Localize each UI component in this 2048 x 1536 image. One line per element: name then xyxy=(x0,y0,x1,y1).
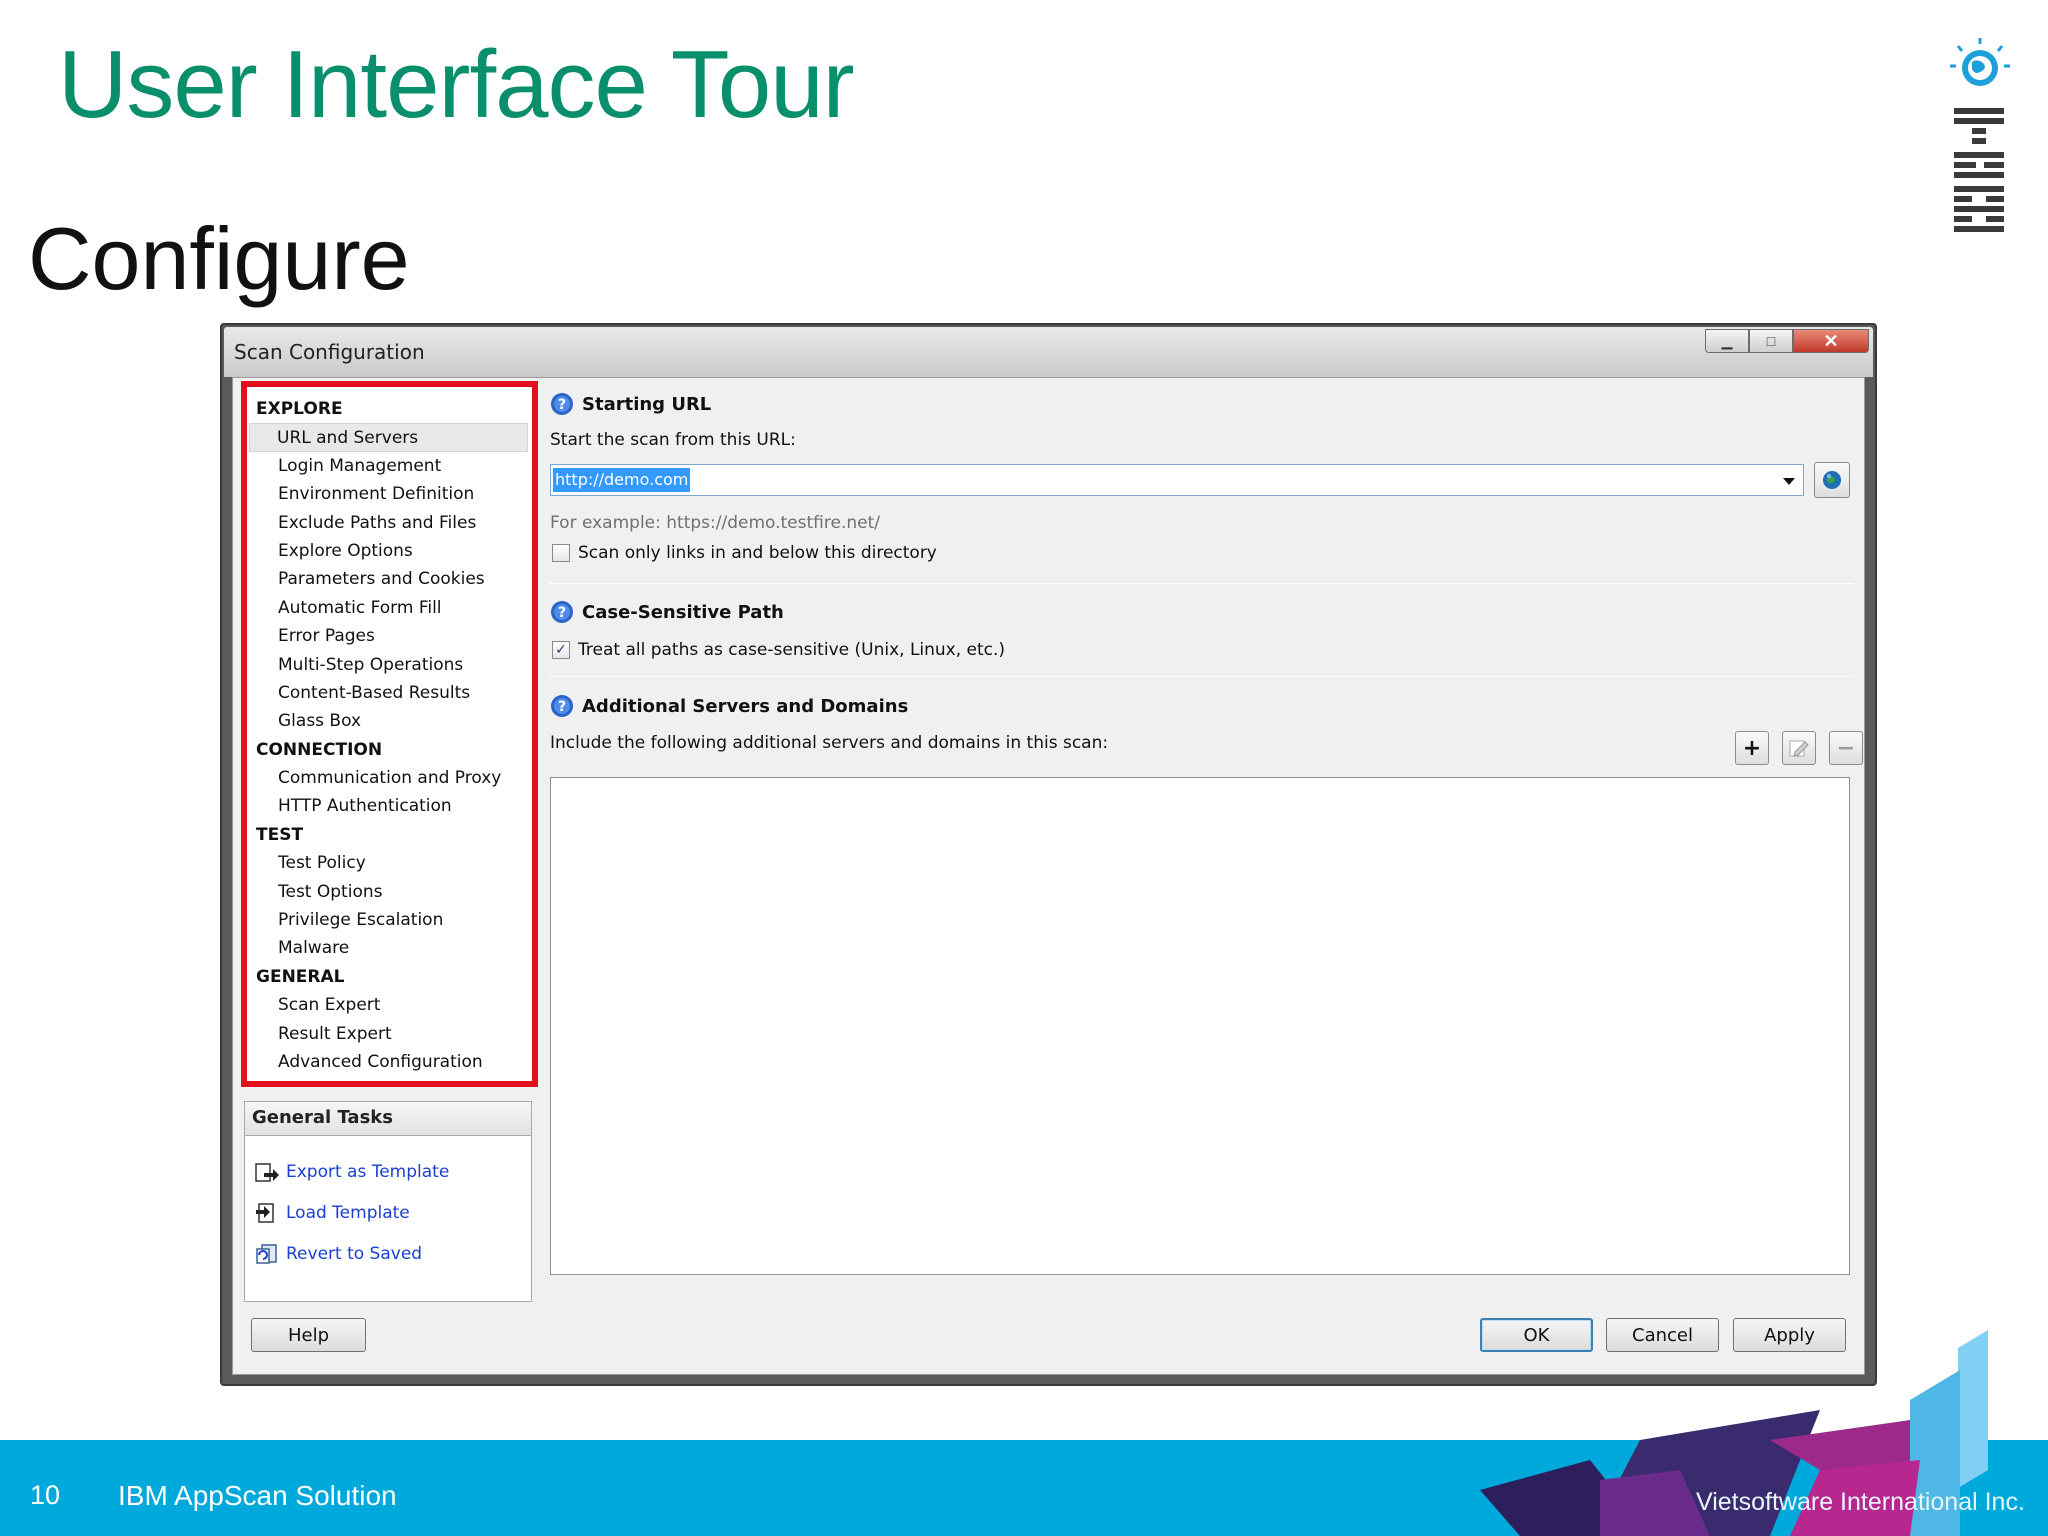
starting-url-combobox[interactable]: http://demo.com xyxy=(550,464,1804,496)
additional-servers-title: Additional Servers and Domains xyxy=(582,695,909,717)
nav-item-explore-options[interactable]: Explore Options xyxy=(247,537,532,565)
starting-url-example: For example: https://demo.testfire.net/ xyxy=(550,513,880,533)
edit-server-button[interactable] xyxy=(1782,731,1816,765)
nav-item-test-policy[interactable]: Test Policy xyxy=(247,849,532,877)
nav-item-login-management[interactable]: Login Management xyxy=(247,452,532,480)
nav-item-environment-definition[interactable]: Environment Definition xyxy=(247,480,532,508)
nav-item-url-and-servers[interactable]: URL and Servers xyxy=(249,423,528,452)
scan-only-links-row[interactable]: Scan only links in and below this direct… xyxy=(552,543,937,563)
scan-only-links-label: Scan only links in and below this direct… xyxy=(578,543,937,563)
help-question-icon[interactable]: ? xyxy=(550,392,574,416)
globe-icon xyxy=(1950,38,2010,86)
slide-subtitle: Configure xyxy=(28,209,410,308)
general-tasks-header: General Tasks xyxy=(245,1102,531,1136)
settings-nav-list: EXPLORE URL and Servers Login Management… xyxy=(247,395,532,1076)
ibm-wordmark xyxy=(1954,108,2004,232)
nav-item-parameters-cookies[interactable]: Parameters and Cookies xyxy=(247,565,532,593)
export-template-link[interactable]: Export as Template xyxy=(254,1158,449,1186)
help-button[interactable]: Help xyxy=(251,1318,366,1352)
nav-item-malware[interactable]: Malware xyxy=(247,934,532,962)
case-sensitive-title: Case-Sensitive Path xyxy=(582,601,784,623)
nav-item-http-authentication[interactable]: HTTP Authentication xyxy=(247,792,532,820)
scan-only-links-checkbox[interactable] xyxy=(552,544,570,562)
nav-item-content-based-results[interactable]: Content-Based Results xyxy=(247,679,532,707)
revert-to-saved-link[interactable]: Revert to Saved xyxy=(254,1240,422,1268)
load-template-icon xyxy=(256,1203,274,1223)
help-question-icon[interactable]: ? xyxy=(550,600,574,624)
section-divider xyxy=(548,583,1854,584)
slide-title: User Interface Tour xyxy=(58,31,855,138)
browse-url-button[interactable] xyxy=(1814,462,1850,498)
section-divider xyxy=(548,676,1854,677)
settings-nav: EXPLORE URL and Servers Login Management… xyxy=(241,381,538,1087)
pencil-icon xyxy=(1789,740,1809,757)
starting-url-value[interactable]: http://demo.com xyxy=(553,468,691,492)
additional-servers-header: ? Additional Servers and Domains xyxy=(550,694,908,718)
additional-servers-prompt: Include the following additional servers… xyxy=(550,733,1109,753)
general-tasks-panel: General Tasks Export as Template Load Te… xyxy=(244,1101,532,1302)
svg-text:?: ? xyxy=(558,605,566,621)
footer-company: Vietsoftware International Inc. xyxy=(1696,1488,2025,1516)
nav-item-exclude-paths[interactable]: Exclude Paths and Files xyxy=(247,509,532,537)
nav-item-privilege-escalation[interactable]: Privilege Escalation xyxy=(247,906,532,934)
svg-text:?: ? xyxy=(558,397,566,413)
nav-item-scan-expert[interactable]: Scan Expert xyxy=(247,991,532,1019)
add-server-button[interactable]: + xyxy=(1735,731,1769,765)
nav-item-communication-proxy[interactable]: Communication and Proxy xyxy=(247,764,532,792)
globe-icon xyxy=(1823,471,1841,489)
dialog-titlebar[interactable]: Scan Configuration ▁ □ ✕ xyxy=(224,327,1873,377)
maximize-button[interactable]: □ xyxy=(1749,329,1793,353)
svg-text:?: ? xyxy=(558,699,566,715)
revert-icon xyxy=(256,1244,277,1264)
case-sensitive-checkbox[interactable]: ✓ xyxy=(552,641,570,659)
nav-item-multi-step-operations[interactable]: Multi-Step Operations xyxy=(247,651,532,679)
load-template-link[interactable]: Load Template xyxy=(254,1199,410,1227)
scan-configuration-dialog: Scan Configuration ▁ □ ✕ EXPLORE URL and… xyxy=(220,323,1877,1386)
starting-url-header: ? Starting URL xyxy=(550,392,711,416)
export-template-icon xyxy=(255,1163,279,1182)
additional-servers-list[interactable] xyxy=(550,777,1850,1275)
footer-title: IBM AppScan Solution xyxy=(118,1480,397,1511)
nav-category-connection: CONNECTION xyxy=(256,739,383,760)
remove-server-button[interactable]: − xyxy=(1829,731,1863,765)
starting-url-title: Starting URL xyxy=(582,393,712,415)
case-sensitive-row[interactable]: ✓ Treat all paths as case-sensitive (Uni… xyxy=(552,640,1005,660)
load-template-label: Load Template xyxy=(286,1203,410,1223)
url-and-servers-pane: ? Starting URL Start the scan from this … xyxy=(548,378,1863,1308)
case-sensitive-header: ? Case-Sensitive Path xyxy=(550,600,784,624)
nav-category-test: TEST xyxy=(256,824,304,845)
export-template-label: Export as Template xyxy=(286,1162,450,1182)
dialog-title: Scan Configuration xyxy=(234,340,425,364)
help-question-icon[interactable]: ? xyxy=(550,694,574,718)
nav-item-test-options[interactable]: Test Options xyxy=(247,878,532,906)
nav-category-general: GENERAL xyxy=(256,966,345,987)
nav-item-automatic-form-fill[interactable]: Automatic Form Fill xyxy=(247,594,532,622)
window-controls: ▁ □ ✕ xyxy=(1705,329,1869,353)
ibm-logo xyxy=(1950,38,2010,232)
minimize-button[interactable]: ▁ xyxy=(1705,329,1749,353)
nav-item-error-pages[interactable]: Error Pages xyxy=(247,622,532,650)
close-button[interactable]: ✕ xyxy=(1793,329,1869,353)
case-sensitive-label: Treat all paths as case-sensitive (Unix,… xyxy=(578,640,1006,660)
starting-url-prompt: Start the scan from this URL: xyxy=(550,430,796,450)
revert-to-saved-label: Revert to Saved xyxy=(286,1244,423,1264)
dropdown-arrow-icon[interactable] xyxy=(1783,478,1795,485)
nav-category-explore: EXPLORE xyxy=(256,399,343,419)
nav-item-glass-box[interactable]: Glass Box xyxy=(247,707,532,735)
dialog-client-area: EXPLORE URL and Servers Login Management… xyxy=(232,377,1865,1375)
nav-item-result-expert[interactable]: Result Expert xyxy=(247,1020,532,1048)
page-number: 10 xyxy=(30,1480,61,1510)
nav-item-advanced-configuration[interactable]: Advanced Configuration xyxy=(247,1048,532,1076)
